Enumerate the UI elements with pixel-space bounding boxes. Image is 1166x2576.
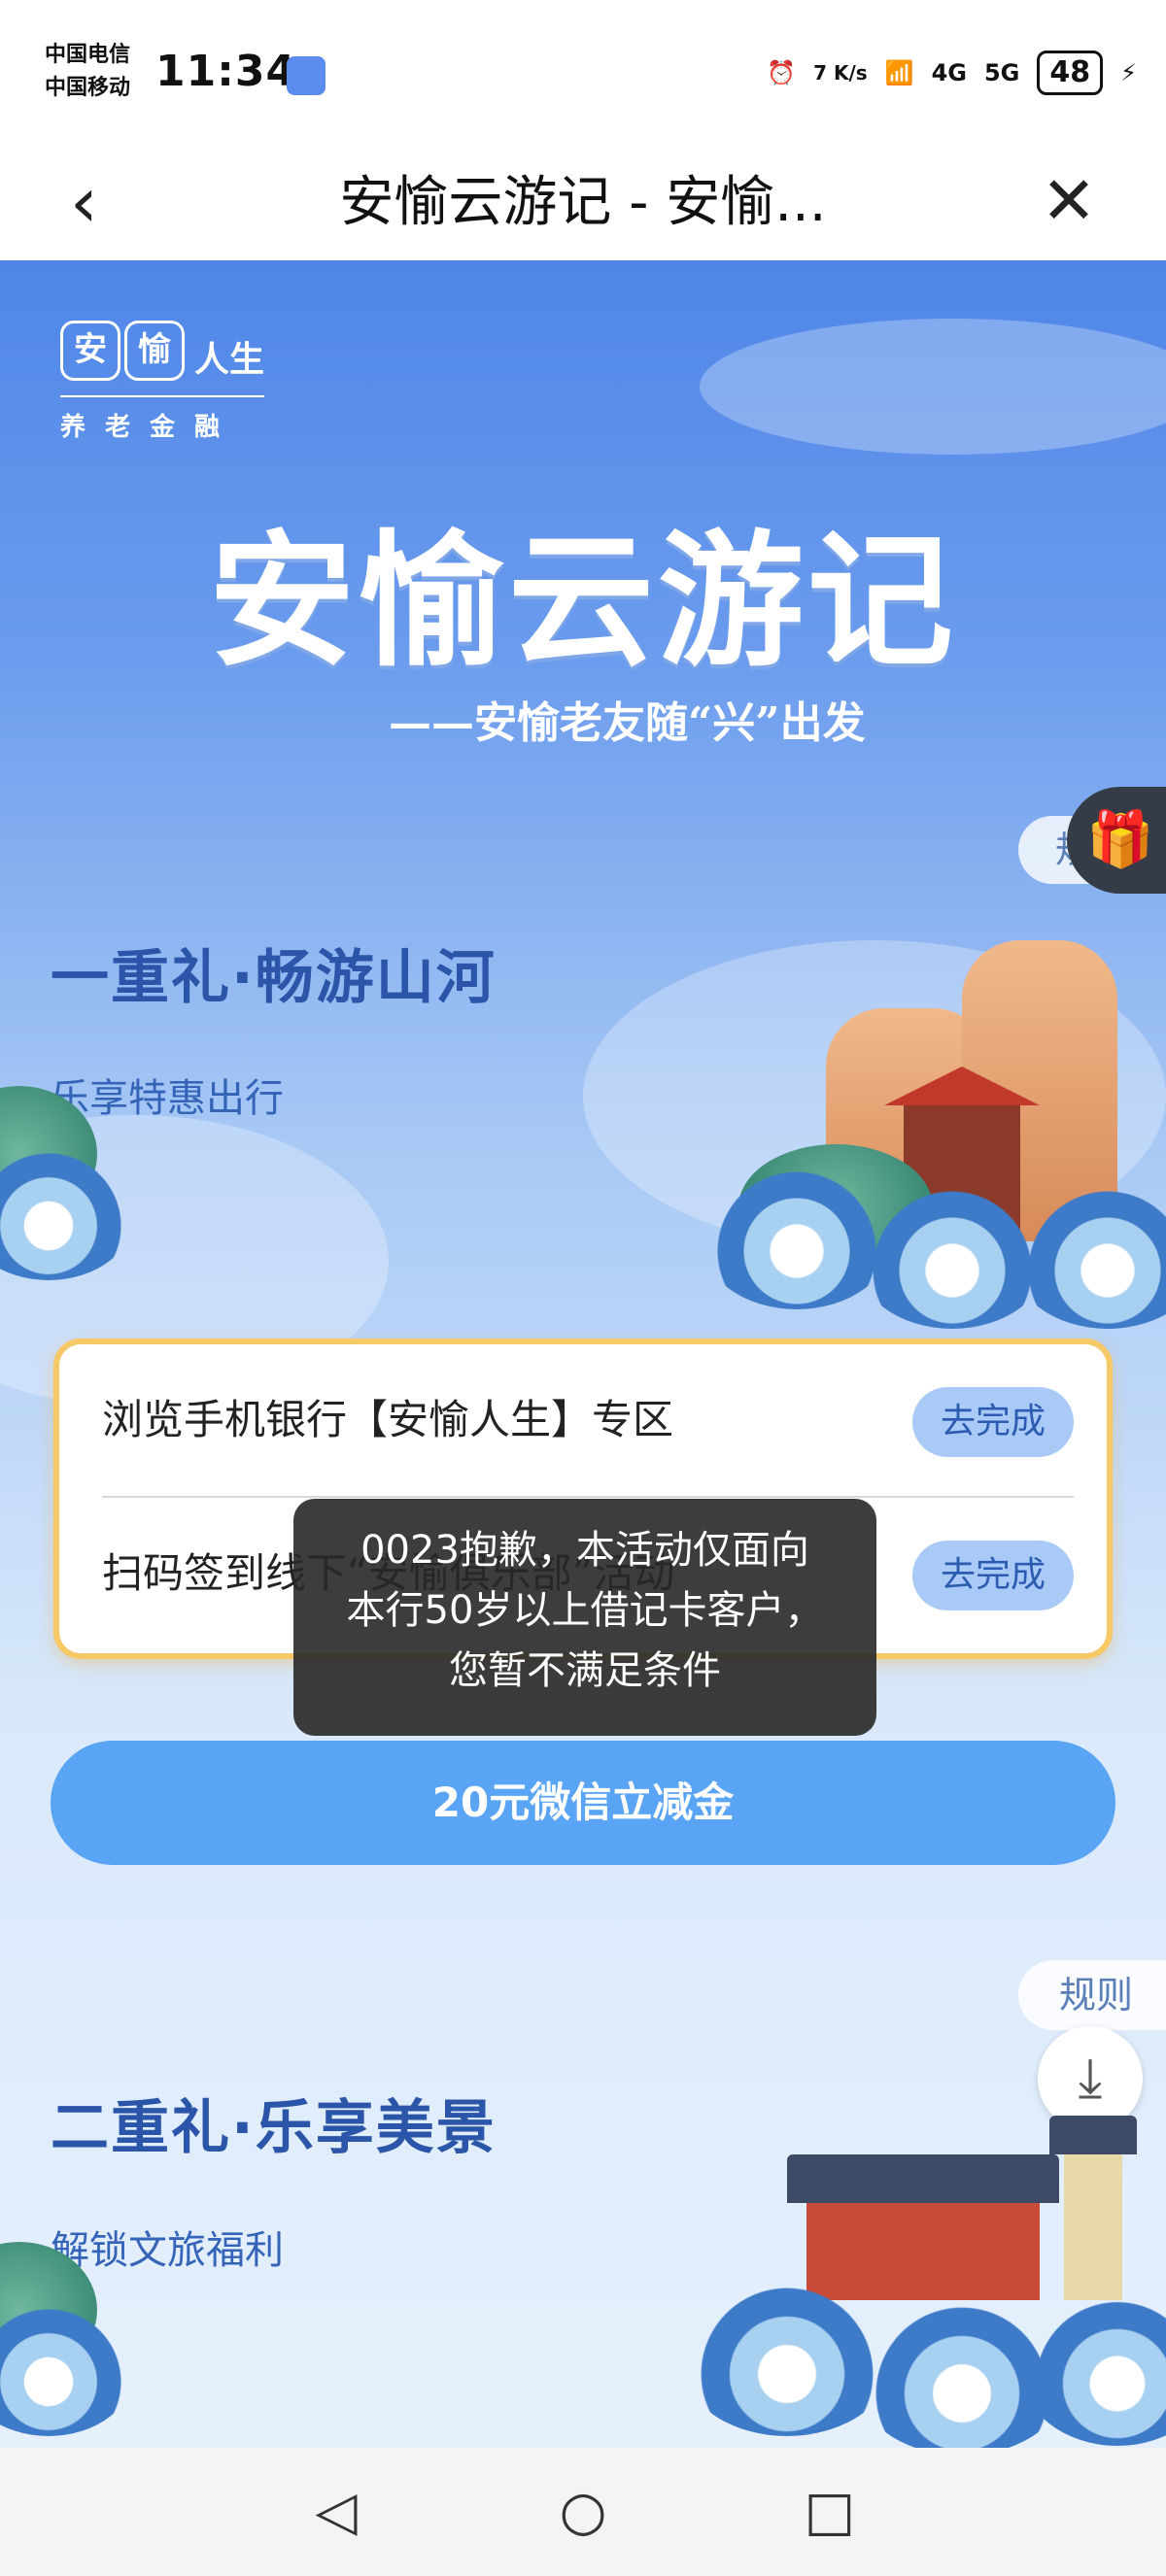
temple-body [806,2203,1040,2300]
close-icon: ✕ [1041,163,1097,240]
logo-name: 人生 [194,339,265,380]
pagoda-body [1064,2154,1122,2300]
section2-title: 二重礼·乐享美景 [51,2094,497,2162]
section1-title: 一重礼·畅游山河 [51,944,497,1012]
charging-icon: ⚡ [1120,59,1137,86]
carrier-labels: 中国电信 中国移动 [45,39,130,105]
system-nav-bar: ◁ ○ □ [0,2448,1166,2576]
page-title: 安愉云游记 - 安愉... [339,171,827,234]
wifi-icon: 📶 [884,59,914,86]
complete-task-button[interactable]: 去完成 [912,1541,1074,1610]
top-nav-bar: ‹ 安愉云游记 - 安愉... ✕ [0,146,1166,260]
download-icon: ⤓ [1078,2047,1103,2110]
back-button[interactable]: ‹ [70,163,128,241]
cloud-decoration [700,319,1166,455]
app-notification-icon [287,56,326,95]
pavilion-roof [884,1067,1040,1105]
system-recents-button[interactable]: □ [795,2477,865,2547]
alarm-icon: ⏰ [767,59,797,86]
logo-char-1: 安 [60,321,120,381]
triangle-back-icon: ◁ [315,2480,358,2543]
hero-subtitle: ——安愉老友随“兴”出发 [389,698,866,748]
hero-title: 安愉云游记 [208,516,957,687]
logo-char-2: 愉 [124,321,185,381]
activity-page: 安愉人生 养老金融 安愉云游记 ——安愉老友随“兴”出发 规则 🎁 一重礼·畅游… [0,260,1166,2448]
chevron-left-icon: ‹ [70,161,98,243]
circle-home-icon: ○ [559,2480,607,2543]
net-speed: 7 K/s [813,61,868,85]
complete-task-button[interactable]: 去完成 [912,1387,1074,1457]
system-back-button[interactable]: ◁ [301,2477,371,2547]
section1-subtitle: 乐享特惠出行 [51,1076,284,1121]
toast-message: 0023抱歉，本活动仅面向本行50岁以上借记卡客户，您暂不满足条件 [293,1499,876,1736]
logo-tagline: 养老金融 [60,394,265,443]
pagoda-roof [1049,2116,1137,2154]
status-bar: 中国电信 中国移动 11:34 ⏰ 7 K/s 📶 4G 5G 48 ⚡ [0,0,1166,146]
wave-illustration [0,2300,136,2436]
task-text: 浏览手机银行【安愉人生】专区 [102,1396,674,1443]
signal-4g: 4G [931,59,967,86]
carrier-2: 中国移动 [45,76,131,100]
temple-roof [787,2154,1059,2203]
brand-logo: 安愉人生 养老金融 [60,321,265,443]
clock-time: 11:34 [155,47,297,96]
rules-label: 规则 [1059,1974,1134,2017]
battery-indicator: 48 [1037,51,1104,95]
system-home-button[interactable]: ○ [548,2477,618,2547]
gift-icon: 🎁 [1086,808,1154,871]
rules-button[interactable]: 规则 [1018,1960,1166,2030]
square-recents-icon: □ [804,2480,856,2543]
section2-subtitle: 解锁文旅福利 [51,2228,284,2273]
reward-button[interactable]: 20元微信立减金 [51,1741,1115,1865]
carrier-1: 中国电信 [45,43,131,67]
gift-button[interactable]: 🎁 [1067,787,1166,894]
signal-5g: 5G [983,59,1020,86]
close-button[interactable]: ✕ [1030,163,1108,241]
task-row: 浏览手机银行【安愉人生】专区 去完成 [102,1344,1074,1498]
status-icons: ⏰ 7 K/s 📶 4G 5G 48 ⚡ [767,47,1137,99]
